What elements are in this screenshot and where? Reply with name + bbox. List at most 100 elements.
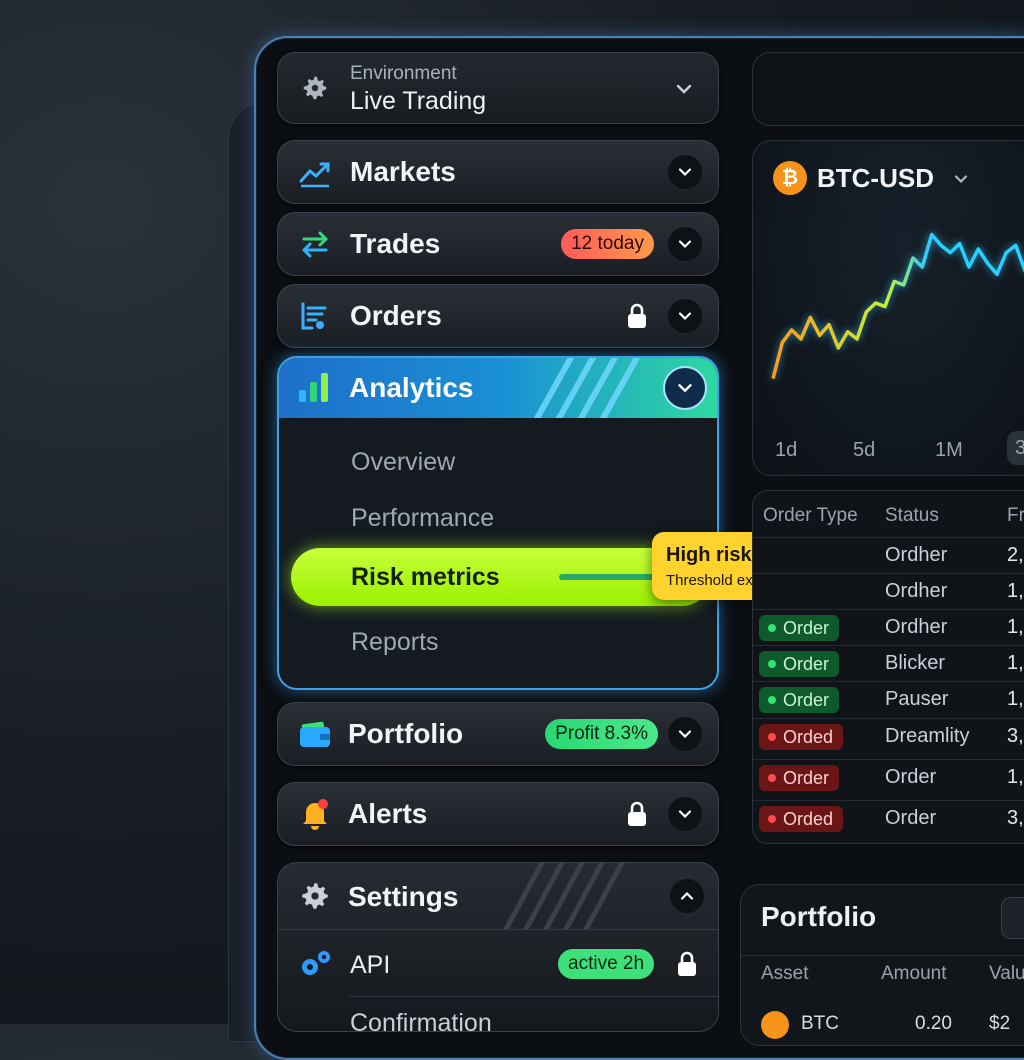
order-type-pill: Order: [759, 687, 840, 713]
chevron-down-icon: [676, 84, 692, 94]
column-header-amount: Amount: [881, 963, 947, 984]
chevron-down-icon[interactable]: [951, 169, 971, 189]
range-selected[interactable]: 3: [1007, 431, 1024, 465]
portfolio-value: $2: [989, 1013, 1011, 1034]
table-row[interactable]: Order Blicker 1,3: [753, 645, 1024, 682]
stripe-decoration: [503, 863, 625, 929]
nav-settings-label: Settings: [348, 881, 459, 912]
trading-pair-selector[interactable]: BTC-USD: [817, 163, 934, 194]
column-header-status[interactable]: Status: [885, 505, 939, 527]
environment-label: Environment: [350, 63, 457, 84]
portfolio-title: Portfolio: [761, 901, 877, 932]
price-line-chart: [771, 232, 1024, 380]
table-row[interactable]: Ordher 1,3: [753, 573, 1024, 610]
chevron-up-icon[interactable]: [670, 879, 704, 913]
chevron-down-icon[interactable]: [668, 717, 702, 751]
analytics-item-overview[interactable]: Overview: [351, 448, 455, 477]
order-value: 1,5: [1007, 766, 1024, 788]
portfolio-asset: BTC: [801, 1013, 839, 1034]
nav-markets-label: Markets: [350, 156, 456, 187]
environment-selector[interactable]: Environment Live Trading: [277, 52, 719, 124]
api-status-badge: active 2h: [558, 949, 655, 979]
nav-portfolio[interactable]: Portfolio Profit 8.3%: [277, 702, 719, 766]
order-type-pill: Orded: [759, 724, 844, 750]
portfolio-amount: 0.20: [915, 1013, 952, 1034]
order-status: Dreamlity: [885, 725, 970, 747]
nav-trades[interactable]: Trades 12 today: [277, 212, 719, 276]
nav-analytics-group: Analytics Overview Performance Risk metr…: [277, 356, 719, 690]
order-status: Ordher: [885, 580, 948, 602]
order-status: Order: [885, 807, 937, 829]
orders-table: Order Type Status Fr Ordher2,Ordher1,3Or…: [752, 490, 1024, 844]
trending-up-icon: [299, 162, 330, 188]
nav-alerts[interactable]: Alerts: [277, 782, 719, 846]
column-header-fr[interactable]: Fr: [1007, 505, 1024, 527]
gear-icon: [302, 883, 328, 909]
analytics-item-risk-metrics[interactable]: Risk metrics: [291, 548, 711, 606]
range-3: 3: [1015, 437, 1024, 460]
divider: [350, 996, 718, 997]
column-header-value: Valu: [989, 963, 1024, 984]
wallet-icon: [300, 721, 330, 747]
order-status: Order: [885, 766, 937, 788]
nav-settings-group: Settings API active 2h Confirmation: [277, 862, 719, 1032]
portfolio-action-button[interactable]: [1001, 897, 1024, 939]
range-1m[interactable]: 1M: [935, 439, 963, 462]
analytics-item-reports[interactable]: Reports: [351, 628, 439, 657]
trades-count-badge: 12 today: [561, 229, 654, 259]
portfolio-panel: Portfolio Asset Amount Valu BTC 0.20 $2: [740, 884, 1024, 1046]
divider: [741, 955, 1024, 956]
order-status: Ordher: [885, 616, 948, 638]
price-line-series: [771, 232, 1024, 380]
nav-markets[interactable]: Markets: [277, 140, 719, 204]
order-status: Blicker: [885, 652, 946, 674]
table-row[interactable]: Orded Order 3,7: [753, 800, 1024, 837]
order-status: Pauser: [885, 688, 949, 710]
top-search-bar[interactable]: [752, 52, 1024, 126]
lock-icon: [628, 801, 646, 826]
order-value: 1,3: [1007, 616, 1024, 638]
chevron-down-icon[interactable]: [668, 797, 702, 831]
column-header-asset: Asset: [761, 963, 809, 984]
chevron-down-icon[interactable]: [668, 299, 702, 333]
range-5d[interactable]: 5d: [853, 439, 875, 462]
settings-item-api[interactable]: API: [350, 951, 390, 980]
nav-analytics-label: Analytics: [349, 372, 474, 403]
order-type-pill: Order: [759, 765, 840, 791]
stripe-decoration: [533, 358, 641, 418]
range-1d[interactable]: 1d: [775, 439, 797, 462]
bitcoin-icon: [761, 1011, 789, 1039]
chevron-down-icon[interactable]: [668, 155, 702, 189]
chevron-down-icon[interactable]: [663, 366, 707, 410]
price-chart-card: ₿ BTC-USD 1d 5d 1M 3: [752, 140, 1024, 476]
bar-chart-icon: [299, 373, 328, 402]
settings-item-confirmation[interactable]: Confirmation: [350, 1009, 492, 1031]
nav-analytics[interactable]: Analytics: [279, 358, 717, 418]
order-type-pill: Orded: [759, 806, 844, 832]
nav-portfolio-label: Portfolio: [348, 718, 464, 749]
risk-metrics-label: Risk metrics: [351, 563, 500, 591]
nav-alerts-label: Alerts: [348, 798, 428, 829]
table-row[interactable]: Order Pauser 1,3: [753, 681, 1024, 718]
gear-icon: [303, 76, 327, 100]
order-value: 2,: [1007, 544, 1024, 566]
order-status: Ordher: [885, 544, 948, 566]
order-value: 1,3: [1007, 688, 1024, 710]
order-value: 3,7: [1007, 807, 1024, 829]
orders-list-icon: [301, 302, 327, 330]
divider: [278, 929, 718, 930]
chevron-down-icon[interactable]: [668, 227, 702, 261]
table-row[interactable]: Ordher 2,: [753, 537, 1024, 574]
order-value: 3,: [1007, 725, 1024, 747]
order-type-pill: Order: [759, 651, 840, 677]
nav-orders[interactable]: Orders: [277, 284, 719, 348]
environment-value: Live Trading: [350, 87, 487, 115]
order-type-pill: Order: [759, 615, 840, 641]
table-row[interactable]: Order Ordher 1,3: [753, 609, 1024, 646]
analytics-item-performance[interactable]: Performance: [351, 504, 494, 533]
bitcoin-icon: ₿: [773, 161, 807, 195]
column-header-order-type[interactable]: Order Type: [763, 505, 858, 527]
nav-settings[interactable]: Settings: [278, 863, 718, 929]
table-row[interactable]: Orded Dreamlity 3,: [753, 718, 1024, 755]
table-row[interactable]: Order Order 1,5: [753, 759, 1024, 796]
